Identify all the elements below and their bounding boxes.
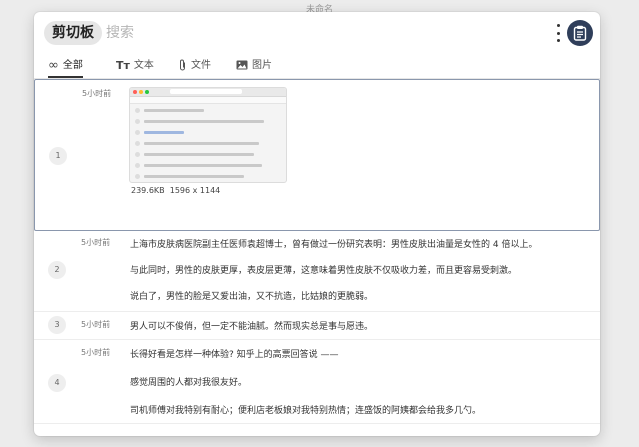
- tab-image-label: 图片: [252, 59, 272, 71]
- item-time: 5小时前: [81, 320, 111, 329]
- item-text-line: 上海市皮肤病医院副主任医师袁超博士，曾有做过一份研究表明：男性皮肤出油量是女性的…: [130, 240, 538, 250]
- search-input[interactable]: [106, 21, 486, 45]
- item-index: 2: [48, 261, 66, 279]
- tab-image[interactable]: 图片: [236, 54, 272, 77]
- clipboard-list: 1 5小时前 239.6KB 1596 x 1144 2 5小时前 上海市皮肤病…: [34, 79, 600, 436]
- list-item-1[interactable]: 1 5小时前 239.6KB 1596 x 1144: [34, 79, 600, 231]
- tab-all-label: 全部: [62, 59, 83, 71]
- item-time: 5小时前: [81, 348, 111, 357]
- filter-tabs: ∞ 全部 Tт 文本 文件 图片: [34, 54, 600, 79]
- tab-file[interactable]: 文件: [178, 54, 211, 77]
- tab-text[interactable]: Tт 文本: [116, 54, 154, 77]
- tab-all[interactable]: ∞ 全部: [48, 54, 83, 78]
- paperclip-icon: [178, 59, 187, 73]
- image-icon: [236, 60, 248, 72]
- image-dimensions: 1596 x 1144: [169, 186, 221, 195]
- item-index: 4: [48, 374, 66, 392]
- item-text-line: 说白了，男性的脸是又爱出油，又不抗造，比姑娘的更脆弱。: [130, 292, 374, 302]
- item-text-line: 与此同时，男性的皮肤更厚，表皮层更薄，这意味着男性皮肤不仅吸收力差，而且更容易受…: [130, 266, 518, 276]
- clipboard-app-icon[interactable]: [567, 20, 593, 46]
- tab-file-label: 文件: [191, 59, 211, 71]
- list-item-2[interactable]: 2 5小时前 上海市皮肤病医院副主任医师袁超博士，曾有做过一份研究表明：男性皮肤…: [34, 231, 600, 312]
- app-title: 剪切板: [44, 21, 102, 45]
- infinity-icon: ∞: [48, 58, 59, 73]
- list-item-4[interactable]: 4 5小时前 长得好看是怎样一种体验? 知乎上的高票回答说 —— 感觉周围的人都…: [34, 339, 600, 424]
- more-vertical-icon[interactable]: [554, 24, 562, 42]
- image-size: 239.6KB: [131, 186, 165, 195]
- item-time: 5小时前: [82, 89, 112, 98]
- item-text-line: 感觉周围的人都对我很友好。: [130, 378, 248, 388]
- item-text-line: 长得好看是怎样一种体验? 知乎上的高票回答说 ——: [130, 350, 339, 360]
- item-time: 5小时前: [81, 238, 111, 247]
- image-thumbnail: [129, 87, 287, 183]
- text-icon: Tт: [116, 59, 130, 72]
- item-index: 1: [49, 147, 67, 165]
- item-text-line: 男人可以不俊俏，但一定不能油腻。然而现实总是事与愿违。: [130, 322, 374, 332]
- item-index: 3: [48, 316, 66, 334]
- header: 剪切板: [34, 12, 600, 54]
- list-item-3[interactable]: 3 5小时前 男人可以不俊俏，但一定不能油腻。然而现实总是事与愿违。: [34, 311, 600, 340]
- item-text-line: 司机师傅对我特别有耐心；便利店老板娘对我特别热情；连盛饭的阿姨都会给我多几勺。: [130, 406, 482, 416]
- image-meta: 239.6KB 1596 x 1144: [131, 186, 220, 195]
- tab-text-label: 文本: [133, 59, 154, 71]
- clipboard-panel: 剪切板 ∞ 全部 Tт 文本 文件: [34, 12, 600, 436]
